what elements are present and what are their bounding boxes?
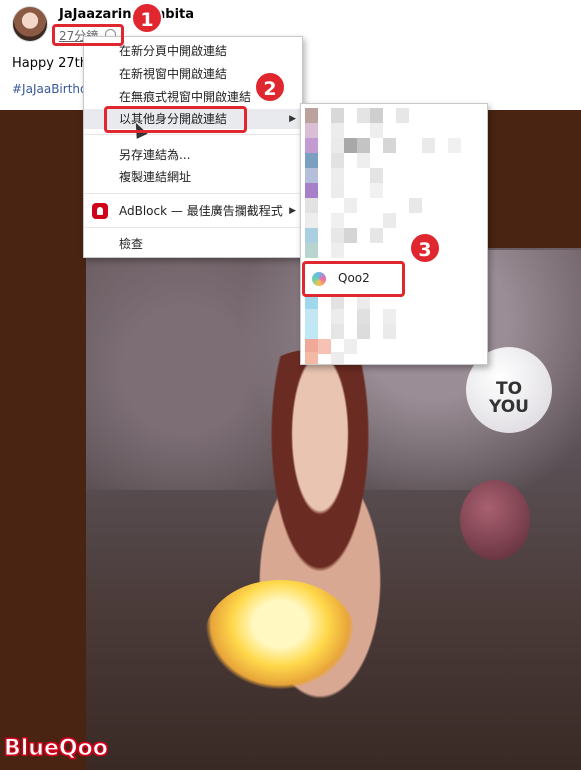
annotation-highlight-qoo2 — [302, 261, 405, 297]
balloon-dark — [460, 480, 530, 560]
profile-item-blurred[interactable] — [305, 153, 445, 168]
menu-save-link-as[interactable]: 另存連結為... — [84, 145, 302, 165]
profile-item-blurred[interactable] — [305, 138, 461, 153]
menu-item-label: 在無痕式視窗中開啟連結 — [119, 90, 252, 104]
profile-item-blurred[interactable] — [305, 123, 445, 138]
birthday-cake — [205, 580, 355, 690]
menu-item-label: AdBlock — 最佳廣告攔截程式 — [119, 204, 283, 218]
photo-subject — [200, 350, 440, 770]
step-badge-3: 3 — [409, 232, 441, 264]
profile-item-blurred[interactable] — [305, 198, 445, 213]
profile-item-blurred[interactable] — [305, 324, 445, 339]
menu-item-label: 複製連結網址 — [119, 170, 192, 184]
step-badge-1: 1 — [131, 2, 163, 34]
profile-item-blurred[interactable] — [305, 352, 445, 364]
profile-item-blurred[interactable] — [305, 168, 445, 183]
annotation-highlight-timestamp — [52, 24, 124, 46]
author-avatar[interactable] — [12, 6, 48, 42]
menu-adblock[interactable]: AdBlock — 最佳廣告攔截程式 ▶ — [84, 201, 302, 221]
profile-item-blurred[interactable] — [305, 309, 445, 324]
menu-copy-link-address[interactable]: 複製連結網址 — [84, 167, 302, 187]
menu-item-label: 在新視窗中開啟連結 — [119, 67, 228, 81]
menu-item-label: 檢查 — [119, 237, 144, 251]
chevron-right-icon: ▶ — [289, 206, 296, 216]
post-hashtag[interactable]: #JaJaaBirthd — [12, 82, 88, 96]
step-badge-2: 2 — [254, 71, 286, 103]
menu-separator — [84, 227, 302, 228]
menu-item-label: 另存連結為... — [119, 148, 191, 162]
annotation-highlight-open-as — [104, 106, 247, 133]
author-name[interactable]: JaJaazarinn.Habita — [59, 7, 194, 22]
menu-inspect[interactable]: 檢查 — [84, 234, 302, 254]
profile-item-blurred[interactable] — [305, 183, 445, 198]
profile-item-blurred[interactable] — [305, 108, 445, 123]
adblock-icon — [92, 203, 108, 219]
menu-separator — [84, 193, 302, 194]
menu-item-label: 在新分頁中開啟連結 — [119, 44, 228, 58]
context-menu: 在新分頁中開啟連結 在新視窗中開啟連結 在無痕式視窗中開啟連結 以其他身分開啟連… — [83, 36, 303, 258]
menu-separator — [84, 134, 302, 135]
profile-item-blurred[interactable] — [305, 213, 445, 228]
watermark-logo: BlueQoo — [4, 736, 109, 762]
balloon-text: TO YOU — [489, 379, 529, 417]
post-text: Happy 27th — [12, 56, 88, 71]
profile-submenu: Qoo2 — [300, 103, 488, 365]
chevron-right-icon: ▶ — [289, 114, 296, 124]
